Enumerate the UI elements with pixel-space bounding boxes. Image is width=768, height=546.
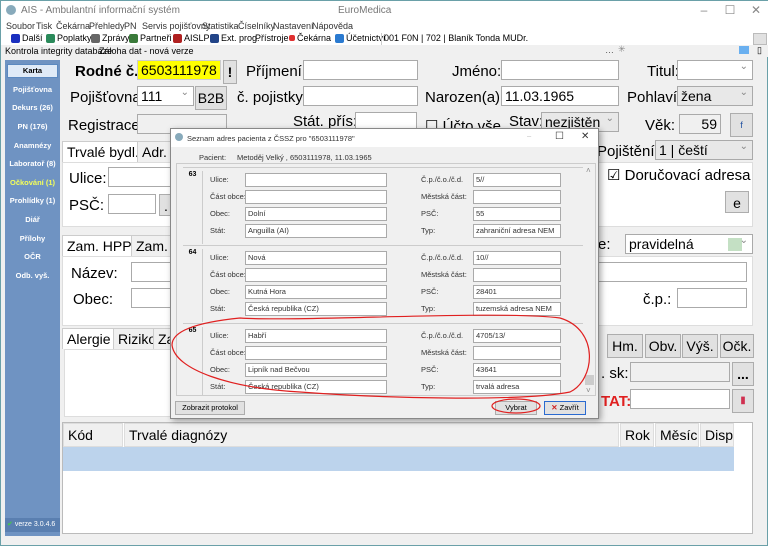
annotation-overlay xyxy=(171,314,590,414)
annotation-circle-record xyxy=(171,314,590,399)
annotation-circle-vybrat xyxy=(491,398,541,414)
